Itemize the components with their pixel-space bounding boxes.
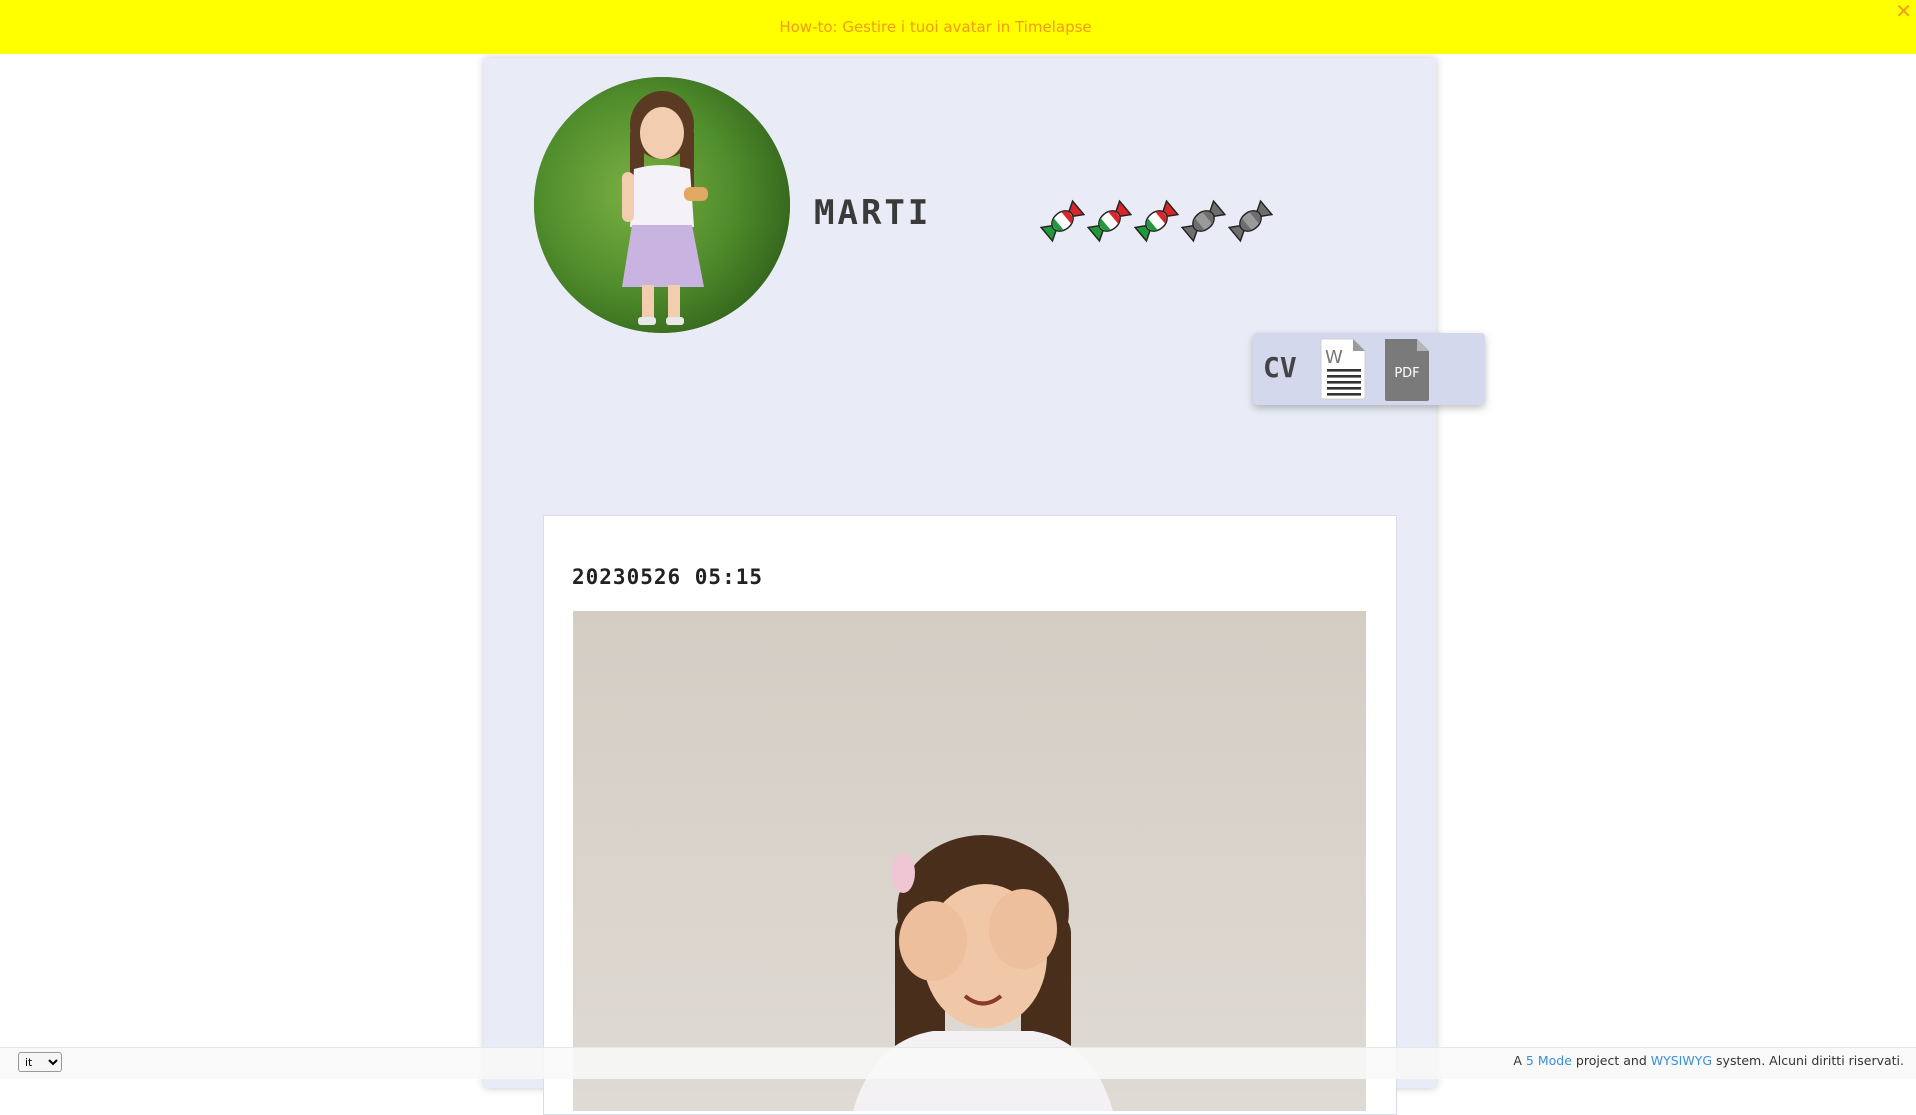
language-select[interactable]: it — [18, 1052, 62, 1072]
candy-icon — [1181, 199, 1226, 243]
cv-label: CV — [1263, 351, 1297, 384]
post-timestamp: 20230526 05:15 — [572, 565, 764, 589]
candy-icon — [1040, 199, 1085, 243]
word-document-icon[interactable]: W — [1319, 337, 1367, 401]
pdf-document-icon[interactable]: PDF — [1383, 337, 1431, 401]
announcement-banner: How-to: Gestire i tuoi avatar in Timelap… — [0, 0, 1916, 54]
svg-text:W: W — [1325, 347, 1343, 368]
footer-suffix: system. Alcuni diritti riservati. — [1716, 1053, 1904, 1068]
footer-prefix: A — [1513, 1053, 1522, 1068]
avatar[interactable] — [534, 77, 790, 333]
footer-credits: A 5 Mode project and WYSIWYG system. Alc… — [1513, 1053, 1904, 1068]
avatar-photo — [534, 77, 790, 333]
candy-icon — [1228, 199, 1273, 243]
howto-link[interactable]: How-to: Gestire i tuoi avatar in Timelap… — [779, 18, 1091, 36]
wysiwyg-link[interactable]: WYSIWYG — [1651, 1053, 1712, 1068]
cv-download-popup: CV W PDF — [1253, 333, 1485, 405]
post-photo-image — [573, 611, 1366, 1111]
five-mode-link[interactable]: 5 Mode — [1526, 1053, 1572, 1068]
timeline-post: 20230526 05:15 — [543, 515, 1397, 1115]
candy-icon — [1087, 199, 1132, 243]
close-icon[interactable]: ✕ — [1895, 0, 1912, 22]
pdf-label: PDF — [1394, 366, 1419, 381]
candy-rating — [1040, 198, 1273, 244]
post-photo[interactable] — [573, 611, 1366, 1111]
footer: it A 5 Mode project and WYSIWYG system. … — [0, 1047, 1916, 1079]
footer-middle: project and — [1575, 1053, 1647, 1068]
profile-name: MARTI — [814, 193, 932, 233]
candy-icon — [1134, 199, 1179, 243]
